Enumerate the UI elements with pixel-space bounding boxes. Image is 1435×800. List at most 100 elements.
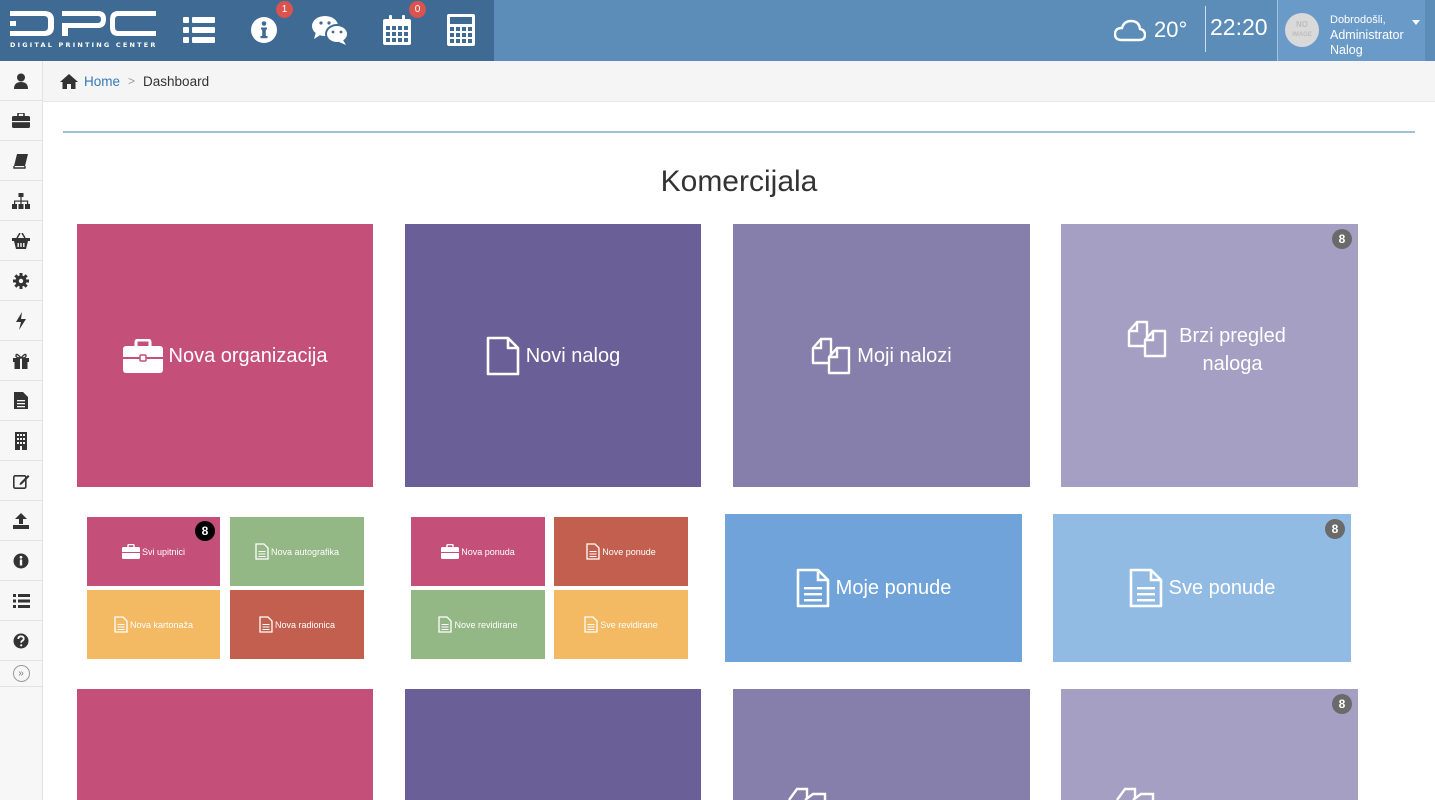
info-button[interactable]: 1	[245, 1, 293, 49]
calendar-button[interactable]: 0	[378, 1, 426, 49]
tile-novi-nalog[interactable]: Novi nalog	[405, 224, 701, 487]
file-text-icon	[584, 616, 598, 633]
info-icon	[251, 17, 277, 43]
file-icon	[486, 336, 520, 375]
calculator-button[interactable]	[442, 11, 480, 49]
info-circle-icon	[13, 553, 29, 568]
sitemap-icon	[12, 192, 30, 209]
logo-mark-icon	[10, 11, 156, 36]
section-divider	[63, 131, 1415, 133]
calendar-badge: 0	[409, 1, 426, 18]
count-badge: 8	[1332, 229, 1352, 249]
tile-row3-4[interactable]: 8	[1061, 689, 1358, 800]
chat-button[interactable]	[311, 11, 349, 49]
sidebar-item-settings[interactable]	[0, 261, 42, 301]
upload-icon	[13, 512, 29, 529]
sidebar-item-briefcase[interactable]	[0, 101, 42, 141]
breadcrumb-home-link[interactable]: Home	[84, 74, 120, 89]
user-info: Dobrodošli, Administrator Nalog	[1330, 13, 1404, 58]
info-badge: 1	[276, 1, 293, 18]
sidebar-item-gift[interactable]	[0, 341, 42, 381]
copy-icon	[812, 337, 851, 374]
user-icon	[14, 73, 28, 89]
mini-tile-nove-revidirane[interactable]: Nove revidirane	[411, 590, 545, 659]
breadcrumb: Home > Dashboard	[43, 61, 1435, 102]
sidebar-item-user[interactable]	[0, 61, 42, 101]
sidebar-item-bolt[interactable]	[0, 301, 42, 341]
tile-label: Moje ponude	[835, 577, 952, 599]
chevron-down-icon	[1412, 20, 1420, 25]
tile-label: Novi nalog	[525, 344, 621, 367]
avatar: NO IMAGE	[1285, 13, 1319, 47]
mini-tile-svi-upitnici[interactable]: 8 Svi upitnici	[87, 517, 220, 586]
mini-tile-label: Nova ponuda	[461, 546, 515, 557]
sidebar-item-sitemap[interactable]	[0, 181, 42, 221]
chevron-right-icon: >	[128, 74, 136, 88]
mini-tile-sve-revidirane[interactable]: Sve revidirane	[554, 590, 688, 659]
basket-icon	[12, 232, 30, 249]
mini-tile-label: Nova radionica	[274, 619, 336, 630]
tile-label: Brzi pregled naloga	[1179, 324, 1286, 375]
sidebar-item-upload[interactable]	[0, 501, 42, 541]
copy-icon	[1116, 787, 1155, 800]
file-text-icon	[255, 543, 269, 560]
user-name: Administrator	[1330, 28, 1404, 42]
user-menu[interactable]: NO IMAGE Dobrodošli, Administrator Nalog	[1277, 0, 1425, 61]
calculator-icon	[447, 14, 475, 46]
mini-tile-nova-kartonaza[interactable]: Nova kartonaža	[87, 590, 220, 659]
home-icon	[60, 73, 78, 89]
list-icon	[12, 593, 30, 608]
header-divider	[1205, 6, 1206, 52]
sidebar-item-help[interactable]	[0, 621, 42, 661]
temperature: 20°	[1154, 17, 1188, 42]
briefcase-icon	[121, 544, 140, 559]
tile-row3-2[interactable]	[405, 689, 701, 800]
breadcrumb-current: Dashboard	[143, 73, 210, 89]
mini-tile-label: Nova kartonaža	[129, 619, 194, 630]
list-icon	[183, 17, 215, 43]
mini-tile-nove-ponude[interactable]: Nove ponude	[554, 517, 688, 586]
mini-tile-label: Nove ponude	[602, 546, 656, 557]
tile-label: Nova organizacija	[168, 344, 328, 367]
gear-icon	[13, 272, 29, 289]
mini-tile-nova-radionica[interactable]: Nova radionica	[230, 590, 364, 659]
tile-moji-nalozi[interactable]: Moji nalozi	[733, 224, 1030, 487]
file-text-icon	[1129, 568, 1162, 608]
gift-icon	[13, 353, 29, 369]
double-chevron-right-icon: »	[12, 665, 30, 682]
file-icon	[14, 392, 28, 409]
page-title: Komercijala	[660, 165, 818, 198]
sidebar-expand-button[interactable]: »	[0, 661, 42, 687]
tile-brzi-pregled-naloga[interactable]: 8 Brzi pregled naloga	[1061, 224, 1358, 487]
question-icon	[13, 633, 29, 648]
sidebar-item-building[interactable]	[0, 421, 42, 461]
menu-list-button[interactable]	[180, 11, 218, 49]
copy-icon	[788, 787, 827, 800]
briefcase-icon	[441, 544, 460, 559]
weather-widget: 20°	[1114, 14, 1187, 46]
mini-tile-nova-ponuda[interactable]: Nova ponuda	[411, 517, 545, 586]
calendar-icon	[383, 15, 411, 45]
logo-subtitle: DIGITAL PRINTING CENTER	[10, 41, 158, 49]
mini-tile-label: Nove revidirane	[454, 619, 518, 630]
sidebar-item-basket[interactable]	[0, 221, 42, 261]
sidebar-item-document[interactable]	[0, 381, 42, 421]
tile-row3-1[interactable]	[77, 689, 373, 800]
sidebar-item-book[interactable]	[0, 141, 42, 181]
sidebar-item-list[interactable]	[0, 581, 42, 621]
mini-tile-label: Nova autografika	[270, 546, 340, 557]
tile-sve-ponude[interactable]: 8 Sve ponude	[1053, 514, 1351, 662]
mini-tile-label: Svi upitnici	[141, 546, 186, 557]
mini-tile-nova-autografika[interactable]: Nova autografika	[230, 517, 364, 586]
sidebar-item-info[interactable]	[0, 541, 42, 581]
user-greeting: Dobrodošli,	[1330, 14, 1386, 26]
cloud-icon	[1114, 19, 1146, 42]
logo[interactable]: DIGITAL PRINTING CENTER	[10, 8, 158, 52]
bolt-icon	[16, 311, 26, 330]
briefcase-icon	[122, 338, 163, 373]
sidebar-item-edit[interactable]	[0, 461, 42, 501]
tile-moje-ponude[interactable]: Moje ponude	[725, 514, 1022, 662]
tile-row3-3[interactable]	[733, 689, 1030, 800]
tile-nova-organizacija[interactable]: Nova organizacija	[77, 224, 373, 487]
user-role: Nalog	[1330, 43, 1363, 57]
